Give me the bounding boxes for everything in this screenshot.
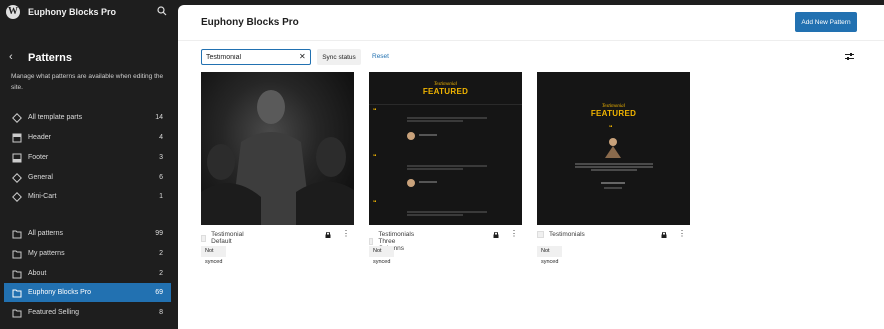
sidebar-item-footer[interactable]: Footer 3 <box>4 148 171 167</box>
diamond-icon <box>12 191 22 202</box>
sidebar-item-count: 8 <box>159 309 163 316</box>
search-icon[interactable] <box>157 6 167 16</box>
main-header: Euphony Blocks Pro Add New Pattern <box>178 5 884 41</box>
quote-icon: “ <box>373 154 377 161</box>
sidebar-description: Manage what patterns are available when … <box>11 73 164 91</box>
header-icon <box>12 133 22 142</box>
more-actions-icon[interactable]: ⋮ <box>342 229 350 238</box>
folder-icon <box>12 289 22 297</box>
folder-icon <box>12 250 22 258</box>
folder-icon <box>12 309 22 317</box>
add-new-pattern-button[interactable]: Add New Pattern <box>795 12 857 32</box>
pattern-card-title[interactable]: Testimonial Default <box>201 231 246 245</box>
folder-icon <box>12 270 22 278</box>
top-bar: W Euphony Blocks Pro <box>0 0 178 24</box>
sidebar-item-label: Header <box>28 134 51 141</box>
avatar <box>407 179 415 187</box>
sidebar-item-label: Euphony Blocks Pro <box>28 289 92 296</box>
clear-search-icon[interactable]: ✕ <box>299 52 306 61</box>
back-chevron-icon[interactable]: ‹ <box>9 51 13 63</box>
more-actions-icon[interactable]: ⋮ <box>510 229 518 238</box>
sidebar-item-label: Footer <box>28 154 49 161</box>
sidebar-item-count: 4 <box>159 134 163 141</box>
site-title[interactable]: Euphony Blocks Pro <box>28 7 116 17</box>
pattern-preview[interactable] <box>201 72 354 225</box>
sidebar-item-count: 1 <box>159 193 163 200</box>
sidebar-item-general[interactable]: General 6 <box>4 168 171 187</box>
lock-icon <box>493 232 499 238</box>
sidebar-item-label: General <box>28 174 53 181</box>
sidebar-item-label: Mini-Cart <box>28 193 57 200</box>
pattern-preview[interactable]: Testimonial FEATURED “ “ “ <box>369 72 522 225</box>
sidebar-item-count: 6 <box>159 174 163 181</box>
sidebar-item-mini-cart[interactable]: Mini-Cart 1 <box>4 187 171 206</box>
sidebar-item-count: 2 <box>159 250 163 257</box>
pattern-name: Testimonials <box>549 231 585 238</box>
sidebar: W Euphony Blocks Pro ‹ Patterns Manage w… <box>0 0 178 329</box>
sidebar-item-label: Featured Selling <box>28 309 79 316</box>
lock-icon <box>661 232 667 238</box>
pattern-checkbox[interactable] <box>201 234 207 242</box>
sidebar-item-count: 14 <box>155 114 163 121</box>
main-panel: Euphony Blocks Pro Add New Pattern ✕ Syn… <box>178 5 884 329</box>
sync-badge: Not synced <box>537 246 563 265</box>
sidebar-item-my-patterns[interactable]: My patterns 2 <box>4 244 171 263</box>
sidebar-item-label: My patterns <box>28 250 65 257</box>
sync-badge: Not synced <box>201 246 227 265</box>
sync-badge: Not synced <box>369 246 395 265</box>
diamond-icon <box>12 172 22 183</box>
search-input[interactable] <box>201 49 311 65</box>
quote-icon: “ <box>373 200 377 207</box>
footer-icon <box>12 153 22 162</box>
quote-icon: “ <box>609 125 613 132</box>
sidebar-item-euphony-blocks-pro[interactable]: Euphony Blocks Pro 69 <box>4 283 171 302</box>
preview-title: FEATURED <box>422 87 469 96</box>
page-title: Euphony Blocks Pro <box>201 17 299 28</box>
wordpress-logo-icon[interactable]: W <box>6 5 20 19</box>
sidebar-item-about[interactable]: About 2 <box>4 264 171 283</box>
sidebar-item-header[interactable]: Header 4 <box>4 128 171 147</box>
sidebar-item-label: All patterns <box>28 230 64 237</box>
sidebar-item-all-patterns[interactable]: All patterns 99 <box>4 224 171 243</box>
sidebar-item-all-template-parts[interactable]: All template parts 14 <box>4 108 171 127</box>
sidebar-item-label: About <box>28 270 47 277</box>
avatar <box>407 132 415 140</box>
sidebar-item-featured-selling[interactable]: Featured Selling 8 <box>4 303 171 322</box>
folder-icon <box>12 230 22 238</box>
pattern-preview[interactable]: Testimonial FEATURED “ <box>537 72 690 225</box>
sidebar-title: Patterns <box>28 52 73 64</box>
sidebar-item-count: 99 <box>155 230 163 237</box>
more-actions-icon[interactable]: ⋮ <box>678 229 686 238</box>
pattern-checkbox[interactable] <box>369 238 374 245</box>
lock-icon <box>325 232 331 238</box>
concert-crowd-image <box>201 90 354 225</box>
avatar <box>605 138 621 158</box>
app: W Euphony Blocks Pro ‹ Patterns Manage w… <box>0 0 884 329</box>
diamond-icon <box>12 112 22 123</box>
preview-title: FEATURED <box>590 109 637 118</box>
pattern-checkbox[interactable] <box>537 231 544 238</box>
pattern-card-title[interactable]: Testimonials <box>537 231 585 238</box>
quote-icon: “ <box>373 108 377 115</box>
sync-status-button[interactable]: Sync status <box>317 49 361 65</box>
filter-settings-icon[interactable] <box>845 52 854 61</box>
sidebar-item-count: 3 <box>159 154 163 161</box>
pattern-name: Testimonial Default <box>211 231 244 245</box>
reset-button[interactable]: Reset <box>372 53 389 60</box>
sidebar-item-label: All template parts <box>28 114 83 121</box>
sidebar-item-count: 2 <box>159 270 163 277</box>
sidebar-item-count: 69 <box>155 289 163 296</box>
